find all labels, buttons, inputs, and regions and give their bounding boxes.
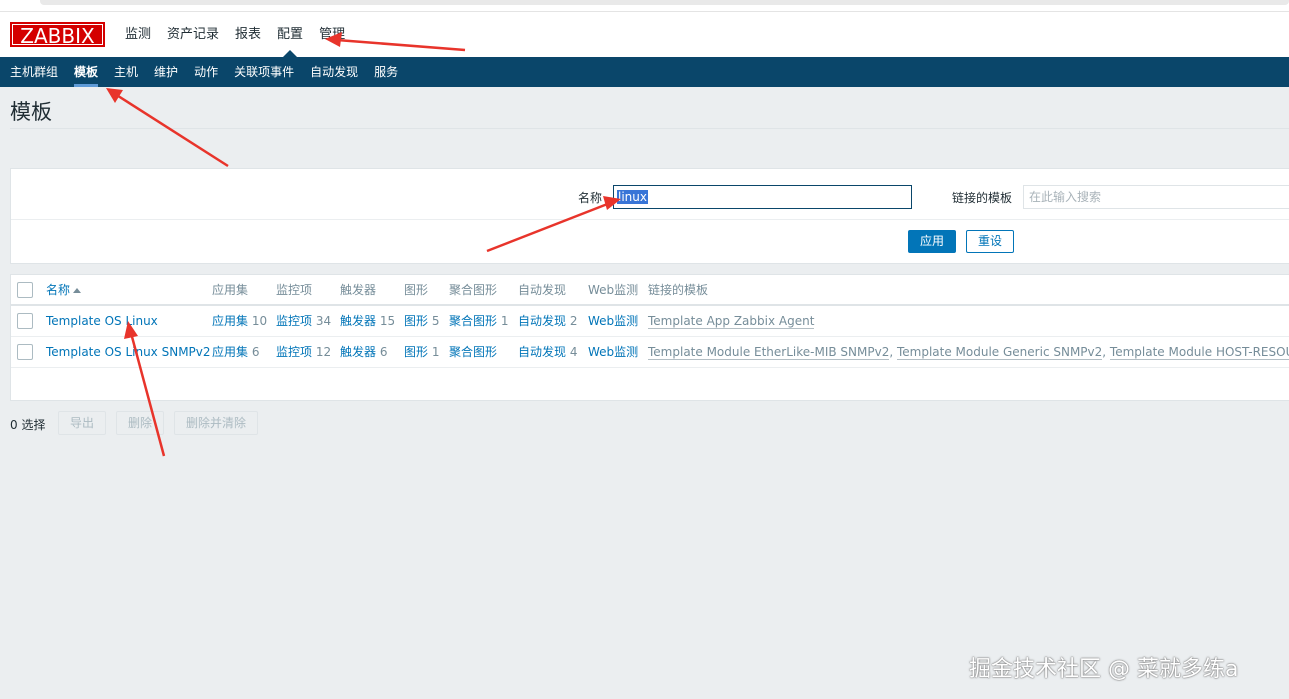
apply-button[interactable]: 应用 xyxy=(908,230,956,253)
table-row: Template OS Linux 应用集 10 监控项 34 触发器 15 图… xyxy=(11,306,1289,337)
sub-menu-discovery[interactable]: 自动发现 xyxy=(302,57,366,87)
header-applications: 应用集 xyxy=(212,283,249,297)
items-link[interactable]: 监控项 xyxy=(276,345,312,359)
linked-templates-cell: Template App Zabbix Agent xyxy=(648,306,815,336)
template-name-link[interactable]: Template OS Linux xyxy=(46,306,158,336)
filter-panel: 名称 linux 链接的模板 在此输入搜索 应用 重设 xyxy=(10,168,1289,264)
screens-count: 1 xyxy=(500,314,509,328)
graphs-link[interactable]: 图形 xyxy=(404,314,428,328)
screens-link[interactable]: 聚合图形 xyxy=(449,345,497,359)
export-button[interactable]: 导出 xyxy=(58,411,106,435)
row-checkbox[interactable] xyxy=(17,344,33,360)
reset-button[interactable]: 重设 xyxy=(966,230,1014,253)
header-name-label[interactable]: 名称 xyxy=(46,283,70,297)
applications-cell: 应用集 6 xyxy=(212,337,259,367)
items-cell: 监控项 34 xyxy=(276,306,331,336)
discovery-count: 2 xyxy=(569,314,578,328)
graphs-link[interactable]: 图形 xyxy=(404,345,428,359)
linked-template-link[interactable]: Template Module Generic SNMPv2 xyxy=(896,345,1103,360)
table-header-row: 名称 应用集 监控项 触发器 图形 聚合图形 自动发现 Web监测 链接的模板 xyxy=(11,275,1289,306)
triggers-cell: 触发器 6 xyxy=(340,337,387,367)
top-menu-configuration[interactable]: 配置 xyxy=(269,12,311,57)
selected-count: 0 选择 xyxy=(10,418,46,432)
header-items: 监控项 xyxy=(276,283,313,297)
row-checkbox[interactable] xyxy=(17,313,33,329)
page-title: 模板 xyxy=(10,100,52,124)
applications-cell: 应用集 10 xyxy=(212,306,267,336)
filter-divider xyxy=(11,219,1289,220)
sub-menu-actions[interactable]: 动作 xyxy=(186,57,226,87)
applications-count: 10 xyxy=(251,314,268,328)
sort-asc-icon xyxy=(73,288,82,293)
filter-name-input[interactable]: linux xyxy=(613,185,912,209)
sub-menu-correlation[interactable]: 关联项事件 xyxy=(226,57,302,87)
screens-cell: 聚合图形 xyxy=(449,337,497,367)
triggers-cell: 触发器 15 xyxy=(340,306,395,336)
items-count: 12 xyxy=(315,345,332,359)
discovery-cell: 自动发现 2 xyxy=(518,306,577,336)
graphs-cell: 图形 1 xyxy=(404,337,439,367)
screens-cell: 聚合图形 1 xyxy=(449,306,508,336)
sub-menu-maintenance[interactable]: 维护 xyxy=(146,57,186,87)
select-all-checkbox[interactable] xyxy=(17,282,33,298)
top-menu: 监测 资产记录 报表 配置 管理 xyxy=(117,12,353,57)
header-web: Web监测 xyxy=(588,283,639,297)
watermark: 掘金技术社区 @ 菜就多练a xyxy=(969,657,1239,682)
filter-name-label: 名称 xyxy=(578,191,603,205)
templates-table: 名称 应用集 监控项 触发器 图形 聚合图形 自动发现 Web监测 链接的模板 … xyxy=(10,274,1289,401)
title-divider xyxy=(10,128,1289,129)
items-link[interactable]: 监控项 xyxy=(276,314,312,328)
linked-template-link[interactable]: Template Module HOST-RESOURCES-M xyxy=(1109,345,1289,360)
header-graphs: 图形 xyxy=(404,283,429,297)
items-count: 34 xyxy=(315,314,332,328)
table-row: Template OS Linux SNMPv2 应用集 6 监控项 12 触发… xyxy=(11,337,1289,368)
filter-name-value[interactable]: linux xyxy=(617,190,648,204)
items-cell: 监控项 12 xyxy=(276,337,331,367)
delete-and-clear-button[interactable]: 删除并清除 xyxy=(174,411,258,435)
triggers-link[interactable]: 触发器 xyxy=(340,314,376,328)
zabbix-logo[interactable]: ZABBIX xyxy=(10,22,105,48)
graphs-count: 5 xyxy=(431,314,440,328)
discovery-count: 4 xyxy=(569,345,578,359)
discovery-link[interactable]: 自动发现 xyxy=(518,345,566,359)
top-menu-reports[interactable]: 报表 xyxy=(227,12,269,57)
filter-linked-templates-label: 链接的模板 xyxy=(952,191,1013,205)
web-link[interactable]: Web监测 xyxy=(588,337,638,367)
applications-link[interactable]: 应用集 xyxy=(212,314,248,328)
header-linked-templates: 链接的模板 xyxy=(648,283,709,297)
web-link[interactable]: Web监测 xyxy=(588,306,638,336)
discovery-cell: 自动发现 4 xyxy=(518,337,577,367)
discovery-link[interactable]: 自动发现 xyxy=(518,314,566,328)
delete-button[interactable]: 删除 xyxy=(116,411,164,435)
sub-menu-host-groups[interactable]: 主机群组 xyxy=(2,57,66,87)
sub-menu-hosts[interactable]: 主机 xyxy=(106,57,146,87)
browser-top-strip xyxy=(0,0,1289,12)
graphs-cell: 图形 5 xyxy=(404,306,439,336)
template-name-link[interactable]: Template OS Linux SNMPv2 xyxy=(46,337,211,367)
header-screens: 聚合图形 xyxy=(449,283,498,297)
top-menu-inventory[interactable]: 资产记录 xyxy=(159,12,227,57)
screens-link[interactable]: 聚合图形 xyxy=(449,314,497,328)
top-navigation: ZABBIX 监测 资产记录 报表 配置 管理 xyxy=(0,12,1289,57)
top-menu-monitoring[interactable]: 监测 xyxy=(117,12,159,57)
header-discovery: 自动发现 xyxy=(518,283,567,297)
linked-template-link[interactable]: Template App Zabbix Agent xyxy=(648,314,815,329)
graphs-count: 1 xyxy=(431,345,440,359)
linked-template-link[interactable]: Template Module EtherLike-MIB SNMPv2 xyxy=(648,345,890,360)
triggers-count: 15 xyxy=(379,314,396,328)
annotation-arrow xyxy=(106,88,229,168)
header-triggers: 触发器 xyxy=(340,283,377,297)
linked-templates-cell: Template Module EtherLike-MIB SNMPv2, Te… xyxy=(648,337,1289,367)
sub-menu-services[interactable]: 服务 xyxy=(366,57,406,87)
applications-count: 6 xyxy=(251,345,260,359)
triggers-link[interactable]: 触发器 xyxy=(340,345,376,359)
filter-linked-templates-input[interactable]: 在此输入搜索 xyxy=(1023,185,1289,209)
browser-address-bar-edge xyxy=(40,0,1289,5)
top-menu-administration[interactable]: 管理 xyxy=(311,12,353,57)
sub-menu-templates[interactable]: 模板 xyxy=(66,57,106,87)
sub-navigation: 主机群组 模板 主机 维护 动作 关联项事件 自动发现 服务 xyxy=(0,57,1289,87)
header-name[interactable]: 名称 xyxy=(46,275,82,305)
triggers-count: 6 xyxy=(379,345,388,359)
applications-link[interactable]: 应用集 xyxy=(212,345,248,359)
